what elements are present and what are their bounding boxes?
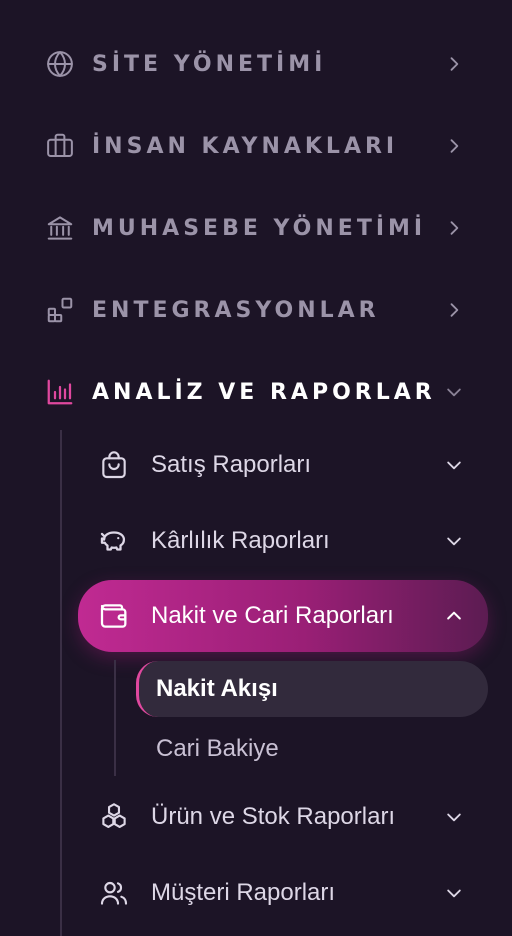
chevron-up-icon — [440, 602, 468, 630]
nav-sub-label: Müşteri Raporları — [151, 879, 336, 906]
boxes-icon — [96, 799, 132, 835]
nav-sub-urun-ve-stok-raporlari[interactable]: Ürün ve Stok Raporları — [78, 783, 488, 851]
nav-sub-karlilik-raporlari[interactable]: Kârlılık Raporları — [78, 507, 488, 575]
chevron-right-icon — [440, 50, 468, 78]
chevron-down-icon — [440, 451, 468, 479]
nav-sub-satis-raporlari[interactable]: Satış Raporları — [78, 431, 488, 499]
globe-icon — [44, 48, 76, 80]
nav-leaf-label: Cari Bakiye — [156, 735, 279, 762]
tree-connector-line — [60, 430, 62, 936]
chevron-right-icon — [440, 296, 468, 324]
nav-section-label: SİTE YÖNETİMİ — [92, 51, 327, 77]
nav-sub-musteri-raporlari[interactable]: Müşteri Raporları — [78, 859, 488, 927]
nav-section-label: MUHASEBE YÖNETİMİ — [92, 215, 427, 241]
sidebar-nav: SİTE YÖNETİMİ İNSAN KAYNAKLARI MUHASEBE … — [0, 0, 512, 936]
nav-leaf-label: Nakit Akışı — [156, 675, 278, 702]
bar-chart-icon — [44, 376, 76, 408]
chevron-right-icon — [440, 132, 468, 160]
bank-icon — [44, 212, 76, 244]
users-icon — [96, 875, 132, 911]
chevron-down-icon — [440, 378, 468, 406]
nav-leaf-cari-bakiye[interactable]: Cari Bakiye — [136, 721, 488, 777]
nav-leaf-nakit-akisi[interactable]: Nakit Akışı — [136, 661, 488, 717]
nav-sub-nakit-ve-cari-raporlari[interactable]: Nakit ve Cari Raporları — [78, 580, 488, 652]
nav-section-insan-kaynaklari[interactable]: İNSAN KAYNAKLARI — [0, 116, 512, 176]
integrations-icon — [44, 294, 76, 326]
wallet-icon — [96, 598, 132, 634]
chevron-down-icon — [440, 879, 468, 907]
chevron-down-icon — [440, 527, 468, 555]
nav-section-analiz-ve-raporlar[interactable]: ANALİZ VE RAPORLAR — [0, 362, 512, 422]
chevron-down-icon — [440, 803, 468, 831]
piggy-bank-icon — [96, 523, 132, 559]
nav-section-label: ANALİZ VE RAPORLAR — [92, 379, 436, 405]
nav-section-entegrasyonlar[interactable]: ENTEGRASYONLAR — [0, 280, 512, 340]
nav-section-label: İNSAN KAYNAKLARI — [92, 133, 399, 159]
tree-connector-line — [114, 660, 116, 776]
shopping-bag-icon — [96, 447, 132, 483]
nav-section-muhasebe-yonetimi[interactable]: MUHASEBE YÖNETİMİ — [0, 198, 512, 258]
briefcase-icon — [44, 130, 76, 162]
chevron-right-icon — [440, 214, 468, 242]
nav-sub-label: Nakit ve Cari Raporları — [151, 602, 394, 629]
nav-sub-label: Ürün ve Stok Raporları — [151, 803, 396, 830]
nav-sub-label: Kârlılık Raporları — [151, 527, 330, 554]
nav-sub-label: Satış Raporları — [151, 451, 312, 478]
nav-section-site-yonetimi[interactable]: SİTE YÖNETİMİ — [0, 34, 512, 94]
nav-section-label: ENTEGRASYONLAR — [92, 297, 380, 323]
